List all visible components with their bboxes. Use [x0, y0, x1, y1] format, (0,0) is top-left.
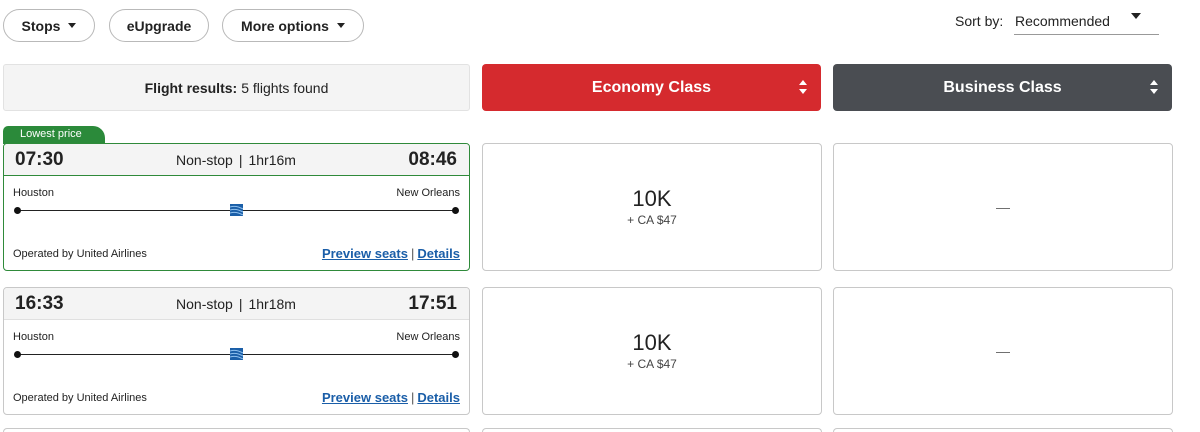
caret-down-icon [1131, 13, 1141, 19]
flight-card[interactable]: 16:33 Non-stop | 1hr18m 17:51 Houston New … [3, 287, 470, 415]
business-price-cell: — [833, 287, 1173, 415]
next-economy-cell-edge [482, 428, 822, 432]
origin-city: Houston [13, 331, 54, 343]
economy-miles: 10K [632, 185, 672, 211]
flight-times-row: 07:30 Non-stop | 1hr16m 08:46 [4, 144, 469, 176]
destination-city: New Orleans [396, 331, 460, 343]
preview-seats-link[interactable]: Preview seats [322, 390, 408, 405]
sort-arrows-icon [1150, 80, 1158, 94]
stops-filter-label: Stops [21, 17, 61, 34]
next-business-cell-edge [833, 428, 1173, 432]
caret-down-icon [68, 23, 77, 28]
preview-seats-link[interactable]: Preview seats [322, 246, 408, 261]
origin-dot [14, 351, 21, 358]
eupgrade-filter-button[interactable]: eUpgrade [109, 9, 209, 42]
stops-duration: Non-stop | 1hr16m [176, 151, 296, 168]
duration-text: 1hr18m [248, 295, 296, 312]
stops-text: Non-stop [176, 151, 233, 168]
operated-by-text: Operated by United Airlines [13, 248, 147, 260]
united-airlines-globe-icon [230, 204, 243, 216]
origin-dot [14, 207, 21, 214]
sort-selected-value: Recommended [1015, 13, 1110, 29]
departure-time: 16:33 [15, 292, 64, 314]
destination-dot [452, 207, 459, 214]
business-class-label: Business Class [943, 78, 1062, 96]
origin-city: Houston [13, 187, 54, 199]
economy-class-tab[interactable]: Economy Class [482, 64, 821, 111]
departure-time: 07:30 [15, 148, 64, 170]
flight-times-row: 16:33 Non-stop | 1hr18m 17:51 [4, 288, 469, 320]
stops-duration: Non-stop | 1hr18m [176, 295, 296, 312]
economy-tax: + CA $47 [627, 213, 677, 228]
sort-arrows-icon [799, 80, 807, 94]
economy-miles: 10K [632, 329, 672, 355]
details-link[interactable]: Details [417, 246, 460, 261]
sort-by-label: Sort by: [955, 13, 1004, 29]
flight-results-summary: Flight results: 5 flights found [3, 64, 470, 111]
economy-class-label: Economy Class [591, 78, 712, 96]
route-line [14, 348, 459, 360]
more-options-button[interactable]: More options [222, 9, 364, 42]
sort-select[interactable]: Recommended [1014, 7, 1159, 35]
flight-results-count: 5 flights found [241, 79, 329, 96]
details-link[interactable]: Details [417, 390, 460, 405]
card-links: Preview seats | Details [321, 390, 460, 405]
stops-filter-button[interactable]: Stops [3, 9, 95, 42]
operated-by-text: Operated by United Airlines [13, 392, 147, 404]
flight-results-label: Flight results: [144, 79, 238, 96]
business-class-tab[interactable]: Business Class [833, 64, 1172, 111]
next-flight-card-edge [3, 428, 470, 432]
business-price-cell: — [833, 143, 1173, 271]
business-unavailable: — [996, 343, 1010, 359]
economy-price-cell[interactable]: 10K + CA $47 [482, 143, 822, 271]
economy-tax: + CA $47 [627, 357, 677, 372]
arrival-time: 17:51 [408, 292, 457, 314]
business-unavailable: — [996, 199, 1010, 215]
lowest-price-badge: Lowest price [3, 126, 105, 144]
card-links: Preview seats | Details [321, 246, 460, 261]
economy-price-cell[interactable]: 10K + CA $47 [482, 287, 822, 415]
destination-dot [452, 351, 459, 358]
arrival-time: 08:46 [408, 148, 457, 170]
caret-down-icon [336, 23, 345, 28]
route-line [14, 204, 459, 216]
duration-text: 1hr16m [248, 151, 296, 168]
flight-card[interactable]: 07:30 Non-stop | 1hr16m 08:46 Houston New … [3, 143, 470, 271]
destination-city: New Orleans [396, 187, 460, 199]
more-options-label: More options [241, 17, 329, 34]
stops-text: Non-stop [176, 295, 233, 312]
eupgrade-filter-label: eUpgrade [126, 17, 192, 34]
united-airlines-globe-icon [230, 348, 243, 360]
